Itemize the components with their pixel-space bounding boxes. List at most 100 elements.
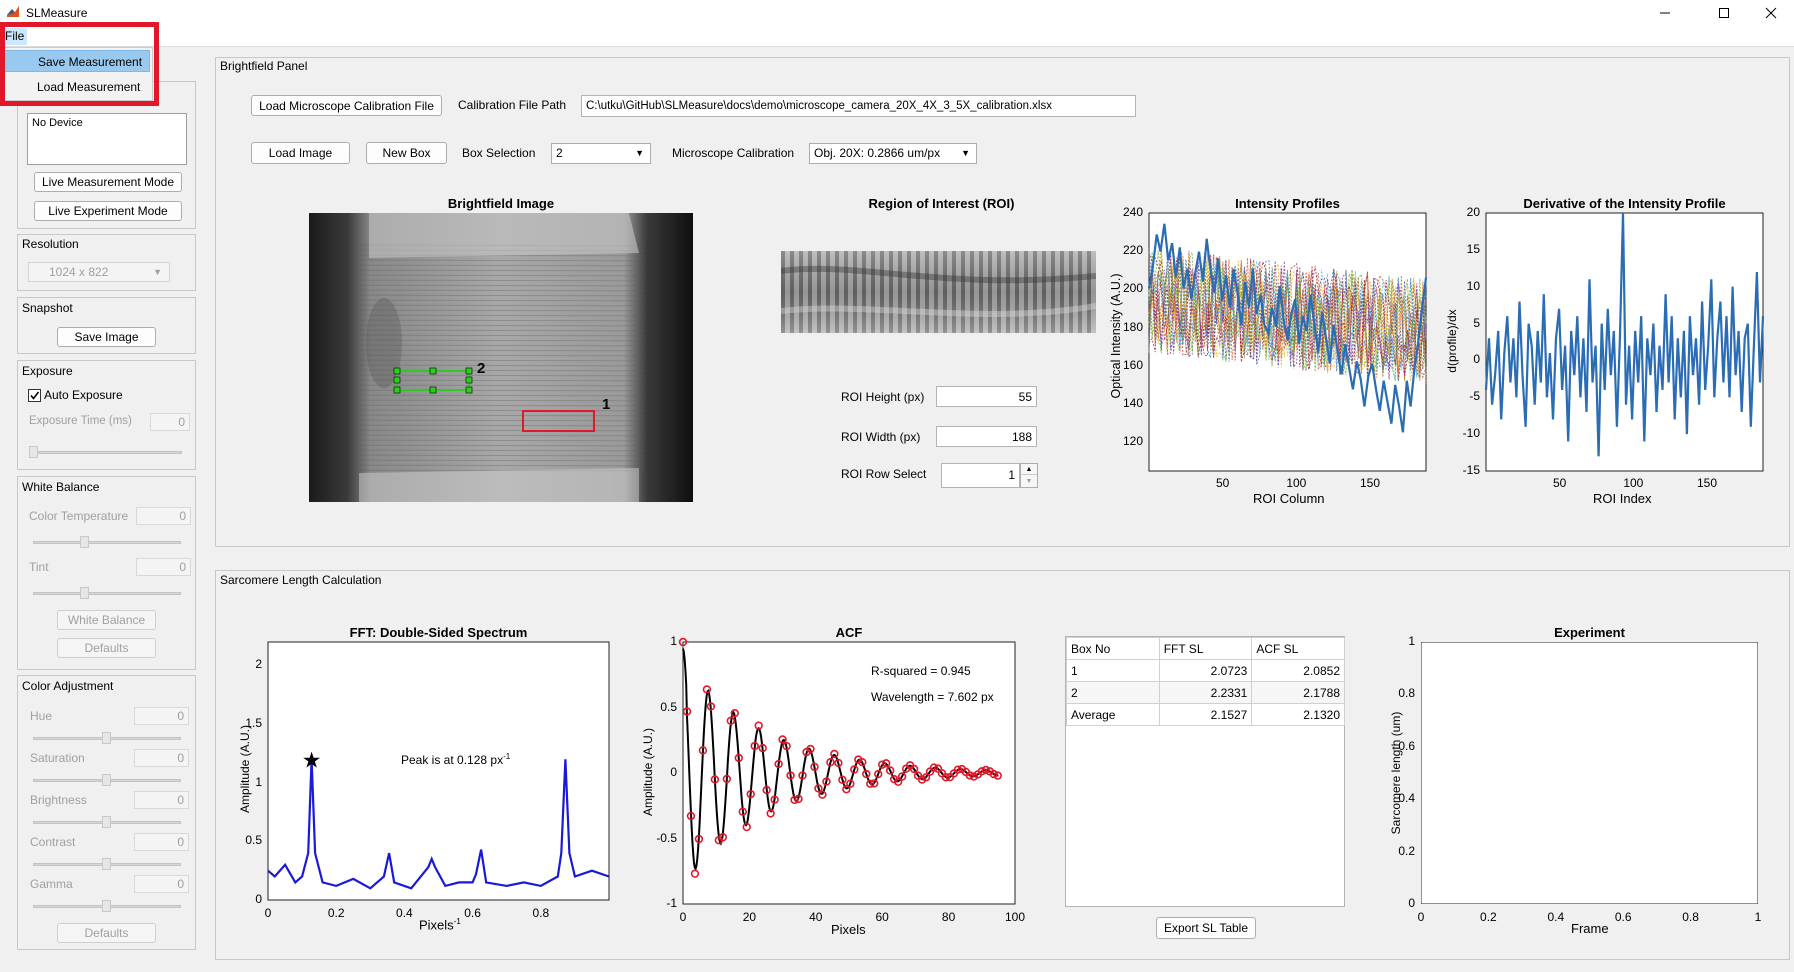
spinner-up-icon[interactable]: ▲ [1021,464,1037,475]
tick-label: -15 [1462,463,1480,477]
exposure-slider[interactable] [29,451,182,454]
brightfield-panel-title: Brightfield Panel [220,59,308,73]
menu-file[interactable]: File [2,28,28,45]
tint-slider[interactable] [33,592,181,595]
acf-r2: R-squared = 0.945 [871,664,971,678]
export-sl-table-button[interactable]: Export SL Table [1156,917,1256,939]
table-row[interactable]: 1 2.0723 2.0852 [1066,659,1345,682]
experiment-plot[interactable] [1421,642,1758,904]
fft-plot[interactable]: ★ [267,641,610,901]
brightfield-image[interactable]: 2 1 [309,213,693,502]
load-calibration-button[interactable]: Load Microscope Calibration File [251,95,442,116]
new-box-button[interactable]: New Box [366,142,447,164]
color-temp-thumb[interactable] [80,536,89,548]
sl-panel-title: Sarcomere Length Calculation [220,573,382,587]
acf-xlabel: Pixels [831,922,866,937]
live-experiment-button[interactable]: Live Experiment Mode [34,201,182,221]
tick-label: 0 [264,906,272,920]
sl-header-cell: Box No [1066,637,1160,660]
roi-image [781,251,1096,333]
color-defaults-button[interactable]: Defaults [57,923,156,943]
white-balance-button[interactable]: White Balance [57,610,156,630]
table-cell[interactable]: 2 [1066,681,1160,704]
tint-thumb[interactable] [80,587,89,599]
roi-height-label: ROI Height (px) [841,390,925,404]
derivative-plot[interactable] [1484,212,1765,472]
device-list[interactable]: No Device [27,113,187,165]
live-measurement-button[interactable]: Live Measurement Mode [34,172,182,192]
tick-label: 1 [1754,910,1762,924]
table-cell[interactable]: 2.2331 [1158,681,1253,704]
color-temp-field[interactable]: 0 [136,507,191,525]
saturation-field[interactable]: 0 [134,749,189,767]
save-image-button[interactable]: Save Image [57,327,156,347]
tint-field[interactable]: 0 [136,558,191,576]
calibration-path-field[interactable]: C:\utku\GitHub\SLMeasure\docs\demo\micro… [581,95,1136,117]
acf-plot[interactable] [678,637,1016,905]
roi-title: Region of Interest (ROI) [868,196,1015,211]
close-button[interactable] [1748,0,1794,26]
microscope-calibration-dropdown[interactable]: Obj. 20X: 0.2866 um/px ▼ [809,143,977,164]
hue-field[interactable]: 0 [134,707,189,725]
intensity-plot[interactable] [1147,212,1428,472]
table-cell[interactable]: 2.1527 [1158,703,1253,726]
brightness-field[interactable]: 0 [134,791,189,809]
brightness-thumb[interactable] [102,816,111,828]
checkmark-icon [30,391,40,400]
load-image-button[interactable]: Load Image [251,142,350,164]
box-selection-dropdown[interactable]: 2 ▼ [551,143,651,164]
table-cell[interactable]: 2.1788 [1251,681,1345,704]
menu-item-load-measurement[interactable]: Load Measurement [3,76,150,98]
roi-row-field[interactable]: 1 [941,463,1020,488]
tint-label: Tint [29,560,49,574]
tick-label: 50 [1552,476,1567,490]
tick-label: 0 [1408,896,1415,910]
color-adjustment-title: Color Adjustment [22,679,114,693]
box-1-label: 1 [602,396,610,413]
table-cell[interactable]: 2.0852 [1251,659,1345,682]
table-cell[interactable]: 2.0723 [1158,659,1253,682]
table-row[interactable]: Average 2.1527 2.1320 [1066,703,1345,726]
derivative-ylabel: d(profile)/dx [1445,309,1459,373]
exposure-time-field[interactable]: 0 [150,413,190,431]
maximize-button[interactable] [1701,0,1747,26]
contrast-thumb[interactable] [102,858,111,870]
color-temp-slider[interactable] [33,541,181,544]
tick-label: 40 [809,910,823,924]
tick-label: 0 [1417,910,1425,924]
table-cell[interactable]: 2.1320 [1251,703,1345,726]
spinner-down-icon[interactable]: ▼ [1021,476,1037,487]
resolution-value: 1024 x 822 [49,265,109,279]
roi-height-field[interactable]: 55 [936,386,1037,407]
tick-label: 0.2 [327,906,345,920]
menu-item-save-measurement[interactable]: Save Measurement [3,50,150,72]
saturation-thumb[interactable] [102,774,111,786]
close-icon [1765,7,1777,19]
gamma-field[interactable]: 0 [134,875,189,893]
table-cell[interactable]: Average [1066,703,1160,726]
roi-width-field[interactable]: 188 [936,426,1037,447]
auto-exposure-checkbox[interactable] [28,389,41,402]
sl-table[interactable]: Box No FFT SL ACF SL 1 2.0723 2.0852 2 2… [1065,636,1345,907]
tick-label: 150 [1359,476,1381,490]
experiment-ylabel: Sarcomere length (um) [1389,711,1403,835]
contrast-field[interactable]: 0 [134,833,189,851]
tick-label: 1 [670,634,677,648]
hue-thumb[interactable] [102,732,111,744]
snapshot-title: Snapshot [22,301,73,315]
wb-defaults-button[interactable]: Defaults [57,638,156,658]
derivative-xlabel: ROI Index [1593,491,1652,506]
resolution-select[interactable]: 1024 x 822 ▼ [28,262,170,282]
gamma-label: Gamma [30,877,73,891]
roi-row-spinner[interactable]: ▲ ▼ [1020,463,1038,488]
microscope-calibration-label: Microscope Calibration [672,146,795,160]
fft-xlabel-text: Pixels [419,917,454,933]
exposure-slider-thumb[interactable] [29,446,38,458]
table-cell[interactable]: 1 [1066,659,1160,682]
minimize-button[interactable] [1642,0,1688,26]
exposure-time-label: Exposure Time (ms) [29,415,132,427]
table-row[interactable]: 2 2.2331 2.1788 [1066,681,1345,704]
minimize-icon [1660,12,1670,14]
tick-label: 20 [742,910,757,924]
gamma-thumb[interactable] [102,900,111,912]
